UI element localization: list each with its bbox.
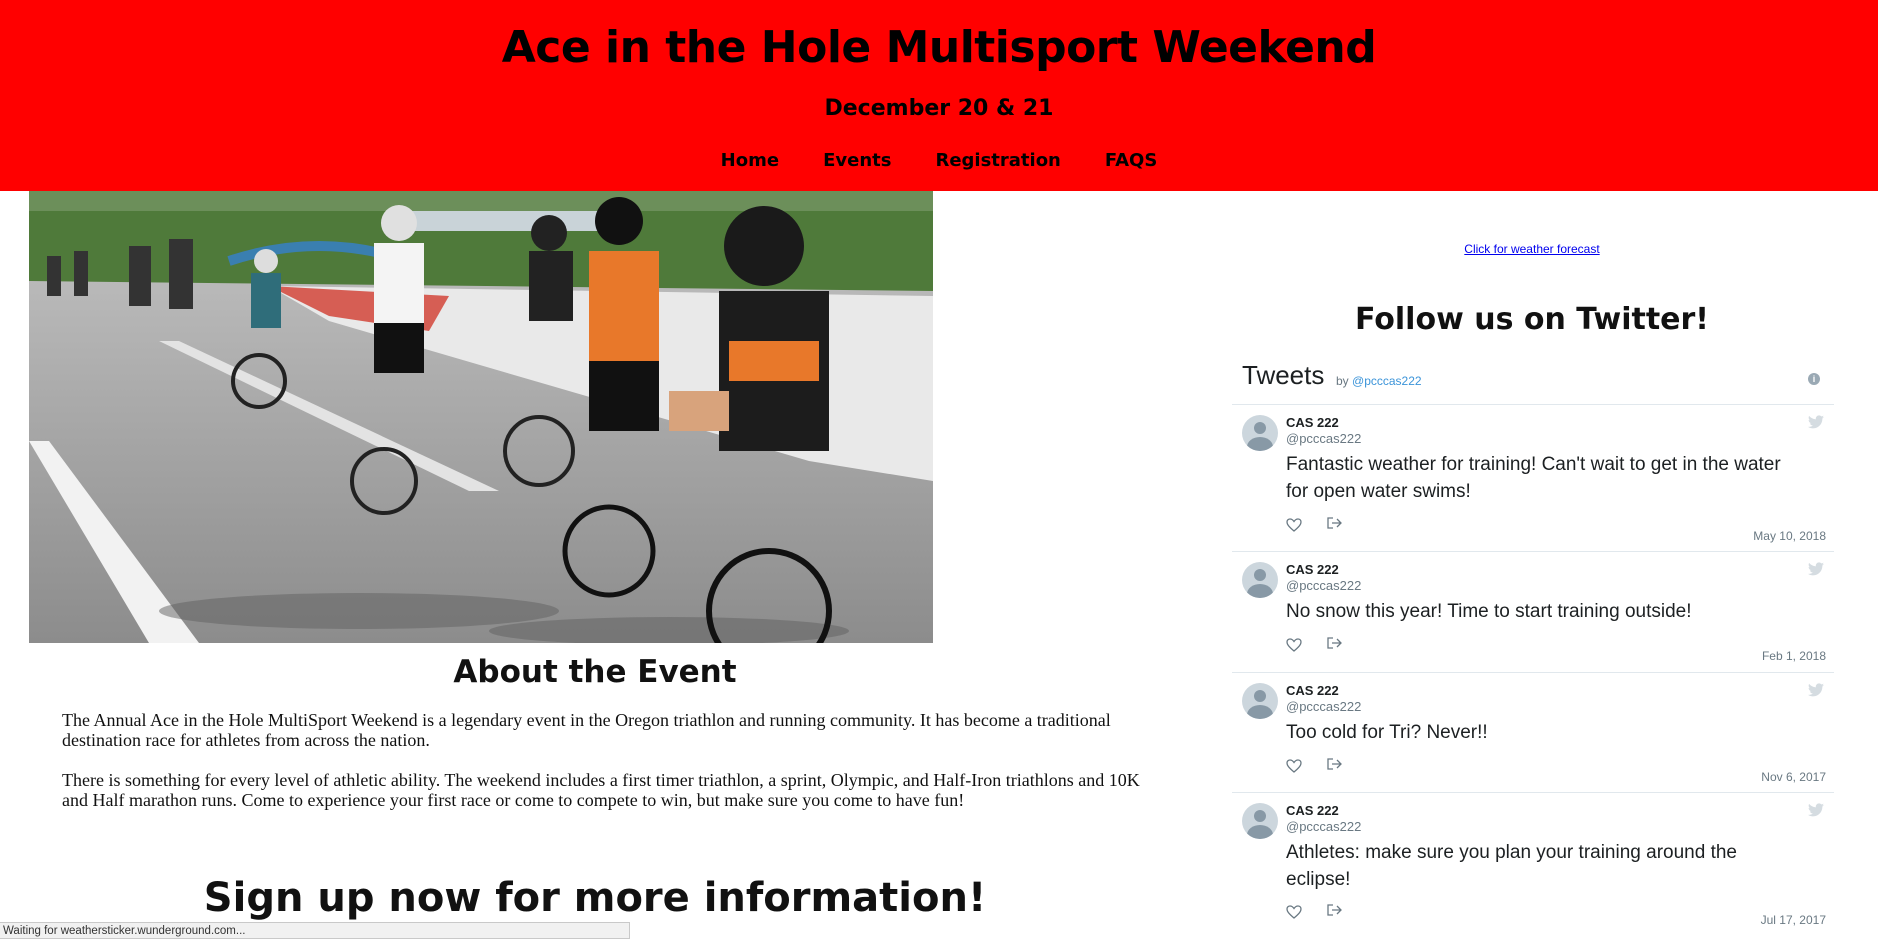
heart-icon[interactable] — [1286, 638, 1302, 652]
twitter-bird-icon[interactable] — [1808, 803, 1824, 817]
timeline-handle-link[interactable]: @pcccas222 — [1352, 374, 1422, 388]
event-date: December 20 & 21 — [824, 96, 1054, 121]
tweet-date[interactable]: Feb 1, 2018 — [1762, 649, 1826, 663]
nav-faqs-link[interactable]: FAQS — [1105, 150, 1157, 171]
site-title: Ace in the Hole Multisport Weekend — [501, 22, 1377, 73]
tweet-author-name[interactable]: CAS 222 — [1286, 803, 1339, 818]
tweet-text: Too cold for Tri? Never!! — [1286, 722, 1488, 743]
share-icon[interactable] — [1326, 516, 1342, 530]
tweet-date[interactable]: May 10, 2018 — [1753, 529, 1826, 543]
twitter-bird-icon[interactable] — [1808, 683, 1824, 697]
tweet-author-handle[interactable]: @pcccas222 — [1286, 699, 1361, 714]
info-icon[interactable]: i — [1808, 373, 1820, 385]
tweet-text: Athletes: make sure you plan your traini… — [1286, 842, 1737, 890]
timeline-byline: by @pcccas222 — [1336, 374, 1422, 388]
heart-icon[interactable] — [1286, 759, 1302, 773]
tweet-author-name[interactable]: CAS 222 — [1286, 562, 1339, 577]
avatar[interactable] — [1242, 683, 1278, 719]
about-paragraph-1: The Annual Ace in the Hole MultiSport We… — [62, 710, 1111, 750]
avatar[interactable] — [1242, 803, 1278, 839]
main-nav: Home Events Registration FAQS — [0, 150, 1878, 171]
avatar[interactable] — [1242, 415, 1278, 451]
site-header: Ace in the Hole Multisport Weekend Decem… — [0, 0, 1878, 191]
tweet-author-handle[interactable]: @pcccas222 — [1286, 578, 1361, 593]
heart-icon[interactable] — [1286, 518, 1302, 532]
tweet-author-name[interactable]: CAS 222 — [1286, 683, 1339, 698]
tweet-date[interactable]: Jul 17, 2017 — [1761, 913, 1826, 927]
avatar[interactable] — [1242, 562, 1278, 598]
heart-icon[interactable] — [1286, 905, 1302, 919]
tweet-item[interactable]: CAS 222 @pcccas222 No snow this year! Ti… — [1232, 552, 1834, 673]
nav-registration-link[interactable]: Registration — [935, 150, 1060, 171]
weather-forecast-link[interactable]: Click for weather forecast — [1230, 242, 1834, 256]
twitter-bird-icon[interactable] — [1808, 562, 1824, 576]
share-icon[interactable] — [1326, 903, 1342, 917]
tweet-item[interactable]: CAS 222 @pcccas222 Too cold for Tri? Nev… — [1232, 673, 1834, 793]
nav-events-link[interactable]: Events — [823, 150, 891, 171]
tweet-date[interactable]: Nov 6, 2017 — [1761, 770, 1826, 784]
tweet-text: No snow this year! Time to start trainin… — [1286, 601, 1692, 622]
share-icon[interactable] — [1326, 636, 1342, 650]
tweet-author-handle[interactable]: @pcccas222 — [1286, 819, 1361, 834]
twitter-heading: Follow us on Twitter! — [1355, 302, 1709, 337]
twitter-timeline: Tweets by @pcccas222 i CAS 222 @pcccas22… — [1232, 350, 1834, 939]
tweet-item[interactable]: CAS 222 @pcccas222 Fantastic weather for… — [1232, 405, 1834, 552]
tweet-text: Fantastic weather for training! Can't wa… — [1286, 454, 1781, 502]
signup-heading: Sign up now for more information! — [203, 875, 987, 921]
about-heading: About the Event — [453, 654, 737, 690]
timeline-by-label: by — [1336, 374, 1349, 388]
nav-home-link[interactable]: Home — [721, 150, 779, 171]
timeline-title: Tweets — [1242, 360, 1325, 390]
twitter-bird-icon[interactable] — [1808, 415, 1824, 429]
timeline-header: Tweets by @pcccas222 i — [1232, 350, 1834, 405]
browser-status-bar: Waiting for weathersticker.wunderground.… — [0, 922, 630, 939]
about-paragraph-2: There is something for every level of at… — [62, 770, 1140, 810]
tweet-author-name[interactable]: CAS 222 — [1286, 415, 1339, 430]
tweet-author-handle[interactable]: @pcccas222 — [1286, 431, 1361, 446]
hero-cyclists-photo — [29, 191, 933, 643]
share-icon[interactable] — [1326, 757, 1342, 771]
tweet-item[interactable]: CAS 222 @pcccas222 Athletes: make sure y… — [1232, 793, 1834, 939]
